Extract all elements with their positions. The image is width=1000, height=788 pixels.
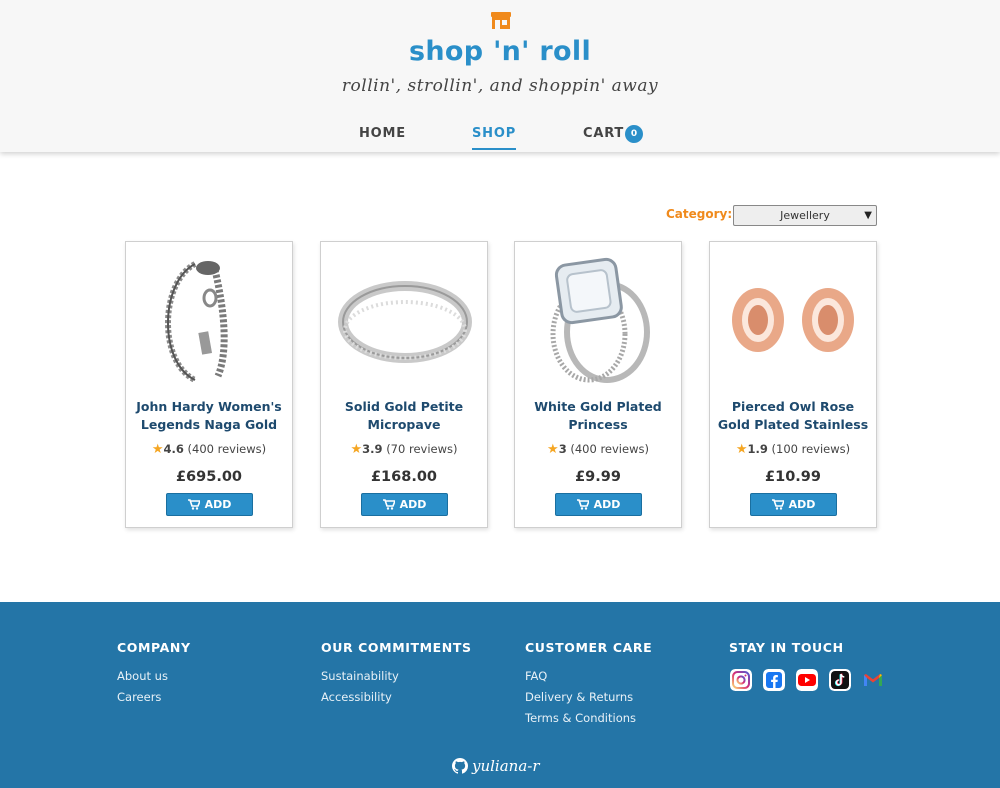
nav-home[interactable]: HOME bbox=[359, 126, 406, 141]
cart-icon bbox=[576, 498, 589, 510]
nav-cart[interactable]: CART bbox=[583, 126, 624, 141]
product-title[interactable]: White Gold Plated Princess bbox=[521, 398, 675, 434]
star-icon: ★ bbox=[151, 442, 164, 457]
product-rating: ★3 (400 reviews) bbox=[547, 442, 649, 457]
product-price: £10.99 bbox=[765, 469, 821, 485]
product-rating: ★1.9 (100 reviews) bbox=[735, 442, 851, 457]
category-label: Category: bbox=[666, 207, 733, 221]
cart-icon bbox=[187, 498, 200, 510]
star-icon: ★ bbox=[350, 442, 363, 457]
product-card[interactable]: Solid Gold Petite Micropave ★3.9 (70 rev… bbox=[320, 241, 488, 528]
cart-count-badge: 0 bbox=[625, 125, 643, 143]
add-to-cart-button[interactable]: ADD bbox=[361, 493, 448, 516]
product-price: £168.00 bbox=[370, 469, 438, 485]
gmail-icon[interactable] bbox=[862, 669, 884, 691]
store-icon[interactable] bbox=[490, 11, 512, 30]
product-image-plugs[interactable] bbox=[724, 252, 864, 388]
product-image-ring[interactable] bbox=[335, 252, 475, 388]
site-footer: COMPANY About us Careers OUR COMMITMENTS… bbox=[0, 602, 1000, 788]
star-icon: ★ bbox=[735, 442, 748, 457]
product-rating: ★3.9 (70 reviews) bbox=[350, 442, 458, 457]
category-selected-value: Jewellery bbox=[780, 209, 830, 222]
product-image-bracelet[interactable] bbox=[140, 252, 280, 388]
cart-icon bbox=[382, 498, 395, 510]
product-price: £695.00 bbox=[175, 469, 243, 485]
product-card[interactable]: John Hardy Women's Legends Naga Gold &… … bbox=[125, 241, 293, 528]
footer-heading: COMPANY bbox=[117, 640, 191, 655]
footer-link-accessibility[interactable]: Accessibility bbox=[321, 690, 472, 704]
footer-stay-in-touch: STAY IN TOUCH bbox=[729, 640, 844, 669]
footer-company: COMPANY About us Careers bbox=[117, 640, 191, 711]
product-title[interactable]: Pierced Owl Rose Gold Plated Stainless S… bbox=[716, 398, 870, 434]
footer-link-delivery[interactable]: Delivery & Returns bbox=[525, 690, 652, 704]
cart-icon bbox=[771, 498, 784, 510]
add-to-cart-button[interactable]: ADD bbox=[555, 493, 642, 516]
facebook-icon[interactable] bbox=[763, 669, 785, 691]
product-rating: ★4.6 (400 reviews) bbox=[151, 442, 267, 457]
product-title[interactable]: John Hardy Women's Legends Naga Gold &… bbox=[132, 398, 286, 434]
youtube-icon[interactable] bbox=[796, 669, 818, 691]
github-credit[interactable]: yuliana-r bbox=[452, 757, 540, 775]
footer-link-careers[interactable]: Careers bbox=[117, 690, 191, 704]
product-title[interactable]: Solid Gold Petite Micropave bbox=[327, 398, 481, 434]
github-icon bbox=[452, 757, 468, 774]
footer-heading: OUR COMMITMENTS bbox=[321, 640, 472, 655]
footer-link-sustainability[interactable]: Sustainability bbox=[321, 669, 472, 683]
product-price: £9.99 bbox=[575, 469, 621, 485]
footer-link-faq[interactable]: FAQ bbox=[525, 669, 652, 683]
nav-shop[interactable]: SHOP bbox=[472, 126, 517, 150]
footer-heading: CUSTOMER CARE bbox=[525, 640, 653, 655]
site-header: shop 'n' roll rollin', strollin', and sh… bbox=[0, 0, 1000, 152]
product-card[interactable]: Pierced Owl Rose Gold Plated Stainless S… bbox=[709, 241, 877, 528]
footer-commitments: OUR COMMITMENTS Sustainability Accessibi… bbox=[321, 640, 472, 711]
tagline: rollin', strollin', and shoppin' away bbox=[341, 76, 659, 96]
add-to-cart-button[interactable]: ADD bbox=[166, 493, 253, 516]
add-to-cart-button[interactable]: ADD bbox=[750, 493, 837, 516]
tiktok-icon[interactable] bbox=[829, 669, 851, 691]
brand-name[interactable]: shop 'n' roll bbox=[0, 36, 1000, 67]
instagram-icon[interactable] bbox=[730, 669, 752, 691]
chevron-down-icon: ▼ bbox=[864, 210, 872, 221]
product-image-princess-ring[interactable] bbox=[529, 252, 669, 388]
footer-heading: STAY IN TOUCH bbox=[729, 640, 844, 655]
footer-link-about[interactable]: About us bbox=[117, 669, 191, 683]
footer-customer-care: CUSTOMER CARE FAQ Delivery & Returns Ter… bbox=[525, 640, 652, 732]
star-icon: ★ bbox=[547, 442, 559, 457]
footer-link-terms[interactable]: Terms & Conditions bbox=[525, 711, 652, 725]
product-card[interactable]: White Gold Plated Princess ★3 (400 revie… bbox=[514, 241, 682, 528]
category-select[interactable]: Jewellery ▼ bbox=[733, 205, 877, 226]
